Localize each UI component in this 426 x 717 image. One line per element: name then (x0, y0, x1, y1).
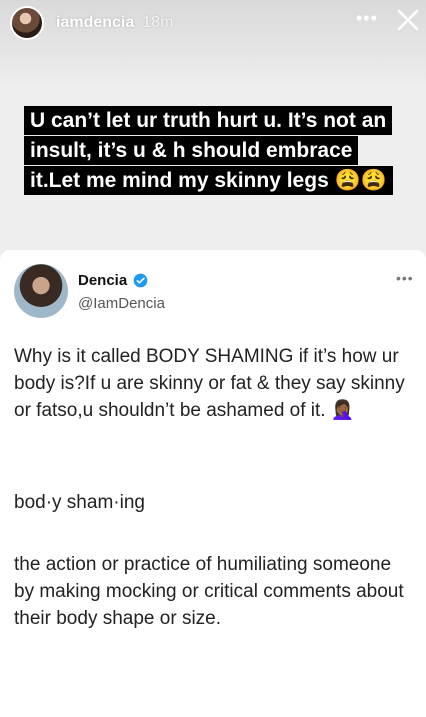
tweet-more-icon[interactable]: ••• (396, 270, 414, 286)
definition-text: the action or practice of humiliating so… (14, 554, 404, 629)
tweet-card: Dencia @IamDencia ••• Why is it called B… (0, 250, 426, 717)
story-caption-text: U can’t let ur truth hurt u. It’s not an… (24, 106, 393, 196)
more-horizontal-icon[interactable]: ••• (356, 8, 378, 29)
definition-word: bod·y sham·ing (14, 492, 145, 513)
tweet-handle[interactable]: @IamDencia (78, 295, 165, 312)
story-username[interactable]: iamdencia (56, 14, 134, 32)
verified-badge-icon (133, 273, 148, 288)
close-icon[interactable] (396, 8, 420, 32)
story-avatar[interactable] (10, 6, 44, 40)
tweet-author[interactable]: Dencia (78, 272, 148, 289)
tweet-avatar[interactable] (14, 264, 68, 318)
story-caption: U can’t let ur truth hurt u. It’s not an… (24, 106, 394, 196)
story-timestamp: 18m (142, 14, 174, 31)
tweet-author-name: Dencia (78, 272, 128, 289)
tweet-body: Why is it called BODY SHAMING if it’s ho… (14, 346, 405, 421)
